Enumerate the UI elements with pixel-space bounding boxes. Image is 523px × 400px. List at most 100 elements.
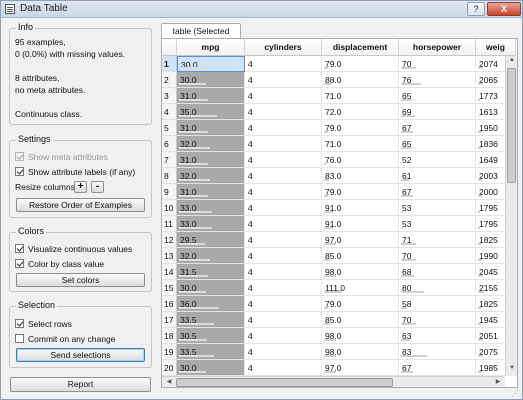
table-cell-mpg[interactable]: 31.5 (177, 264, 245, 280)
table-cell-cylinders[interactable]: 4 (245, 328, 322, 344)
row-header[interactable]: 10 (162, 200, 177, 216)
table-cell-horsepower[interactable]: 52 (399, 152, 476, 168)
row-header[interactable]: 18 (162, 328, 177, 344)
table-cell-horsepower[interactable]: 67 (399, 120, 476, 136)
scroll-up-icon[interactable]: ▲ (506, 57, 517, 63)
table-cell-cylinders[interactable]: 4 (245, 264, 322, 280)
row-header[interactable]: 17 (162, 312, 177, 328)
table-cell-mpg[interactable]: 35.0 (177, 104, 245, 120)
table-cell-horsepower[interactable]: 80 (399, 280, 476, 296)
column-header-displacement[interactable]: displacement (322, 39, 399, 56)
column-header-horsepower[interactable]: horsepower (399, 39, 476, 56)
restore-order-button[interactable]: Restore Order of Examples (16, 198, 145, 212)
table-cell-displacement[interactable]: 85.0 (322, 248, 399, 264)
table-cell-cylinders[interactable]: 4 (245, 280, 322, 296)
table-corner[interactable] (162, 39, 177, 56)
color-by-class-checkbox[interactable] (15, 259, 24, 268)
table-cell-cylinders[interactable]: 4 (245, 184, 322, 200)
table-cell-displacement[interactable]: 85.0 (322, 312, 399, 328)
table-cell-horsepower[interactable]: 67 (399, 360, 476, 376)
table-cell-displacement[interactable]: 97.0 (322, 232, 399, 248)
select-rows-checkbox[interactable] (15, 319, 24, 328)
table-cell-displacement[interactable]: 97.0 (322, 360, 399, 376)
row-header[interactable]: 1 (162, 56, 177, 72)
table-cell-cylinders[interactable]: 4 (245, 312, 322, 328)
tab-selected-data[interactable]: table (Selected Data) (161, 23, 241, 50)
table-cell-mpg[interactable]: 33.0 (177, 200, 245, 216)
table-cell-cylinders[interactable]: 4 (245, 104, 322, 120)
table-cell-horsepower[interactable]: 70 (399, 248, 476, 264)
vertical-scroll-thumb[interactable] (507, 68, 516, 183)
table-cell-displacement[interactable]: 98.0 (322, 344, 399, 360)
table-cell-displacement[interactable]: 111.0 (322, 280, 399, 296)
row-header[interactable]: 13 (162, 248, 177, 264)
visualize-checkbox[interactable] (15, 244, 24, 253)
horizontal-scrollbar[interactable]: ◀ ▶ (162, 376, 505, 387)
table-cell-displacement[interactable]: 83.0 (322, 168, 399, 184)
table-cell-horsepower[interactable]: 65 (399, 88, 476, 104)
table-cell-horsepower[interactable]: 58 (399, 296, 476, 312)
row-header[interactable]: 9 (162, 184, 177, 200)
commit-checkbox-row[interactable]: Commit on any change (15, 333, 115, 344)
table-cell-displacement[interactable]: 98.0 (322, 264, 399, 280)
table-cell-cylinders[interactable]: 4 (245, 136, 322, 152)
table-cell-horsepower[interactable]: 68 (399, 264, 476, 280)
table-cell-mpg[interactable]: 33.0 (177, 216, 245, 232)
table-cell-mpg[interactable]: 31.0 (177, 88, 245, 104)
row-header[interactable]: 16 (162, 296, 177, 312)
column-header-mpg[interactable]: mpg (177, 39, 245, 56)
scroll-down-icon[interactable]: ▼ (506, 365, 517, 371)
table-cell-horsepower[interactable]: 70 (399, 312, 476, 328)
resize-plus-button[interactable]: + (74, 181, 87, 193)
row-header[interactable]: 5 (162, 120, 177, 136)
table-cell-mpg[interactable]: 30.0 (177, 72, 245, 88)
table-cell-mpg[interactable]: 30.5 (177, 328, 245, 344)
table-cell-mpg[interactable]: 30.0 (177, 360, 245, 376)
show-labels-checkbox[interactable] (15, 167, 24, 176)
table-cell-mpg[interactable]: 30.0 (177, 280, 245, 296)
column-header-weight[interactable]: weig (476, 39, 516, 56)
table-cell-cylinders[interactable]: 4 (245, 200, 322, 216)
column-header-cylinders[interactable]: cylinders (245, 39, 322, 56)
table-cell-displacement[interactable]: 71.0 (322, 136, 399, 152)
table-cell-displacement[interactable]: 79.0 (322, 184, 399, 200)
visualize-checkbox-row[interactable]: Visualize continuous values (15, 243, 132, 254)
table-cell-cylinders[interactable]: 4 (245, 232, 322, 248)
resize-minus-button[interactable]: - (91, 181, 104, 193)
table-cell-horsepower[interactable]: 53 (399, 216, 476, 232)
table-cell-displacement[interactable]: 72.0 (322, 104, 399, 120)
row-header[interactable]: 4 (162, 104, 177, 120)
table-cell-mpg[interactable]: 31.0 (177, 120, 245, 136)
table-cell-cylinders[interactable]: 4 (245, 152, 322, 168)
table-cell-mpg[interactable]: 32.0 (177, 168, 245, 184)
table-cell-displacement[interactable]: 98.0 (322, 328, 399, 344)
table-cell-mpg[interactable]: 31.0 (177, 152, 245, 168)
table-cell-displacement[interactable]: 79.0 (322, 56, 399, 72)
row-header[interactable]: 15 (162, 280, 177, 296)
close-button[interactable]: X (487, 2, 521, 16)
table-cell-horsepower[interactable]: 70 (399, 56, 476, 72)
table-cell-cylinders[interactable]: 4 (245, 168, 322, 184)
help-button[interactable]: ? (467, 2, 485, 16)
set-colors-button[interactable]: Set colors (16, 273, 145, 287)
table-cell-displacement[interactable]: 91.0 (322, 200, 399, 216)
table-cell-displacement[interactable]: 88.0 (322, 72, 399, 88)
row-header[interactable]: 6 (162, 136, 177, 152)
row-header[interactable]: 11 (162, 216, 177, 232)
color-by-class-checkbox-row[interactable]: Color by class value (15, 258, 104, 269)
scroll-right-icon[interactable]: ▶ (492, 378, 504, 385)
row-header[interactable]: 2 (162, 72, 177, 88)
row-header[interactable]: 7 (162, 152, 177, 168)
table-cell-horsepower[interactable]: 65 (399, 136, 476, 152)
table-cell-cylinders[interactable]: 4 (245, 344, 322, 360)
table-cell-horsepower[interactable]: 71 (399, 232, 476, 248)
row-header[interactable]: 14 (162, 264, 177, 280)
table-cell-horsepower[interactable]: 61 (399, 168, 476, 184)
table-cell-mpg[interactable]: 30.0 (177, 56, 245, 72)
scroll-left-icon[interactable]: ◀ (163, 378, 175, 385)
table-cell-horsepower[interactable]: 53 (399, 200, 476, 216)
row-header[interactable]: 19 (162, 344, 177, 360)
table-cell-horsepower[interactable]: 67 (399, 184, 476, 200)
table-cell-displacement[interactable]: 79.0 (322, 296, 399, 312)
table-cell-cylinders[interactable]: 4 (245, 216, 322, 232)
